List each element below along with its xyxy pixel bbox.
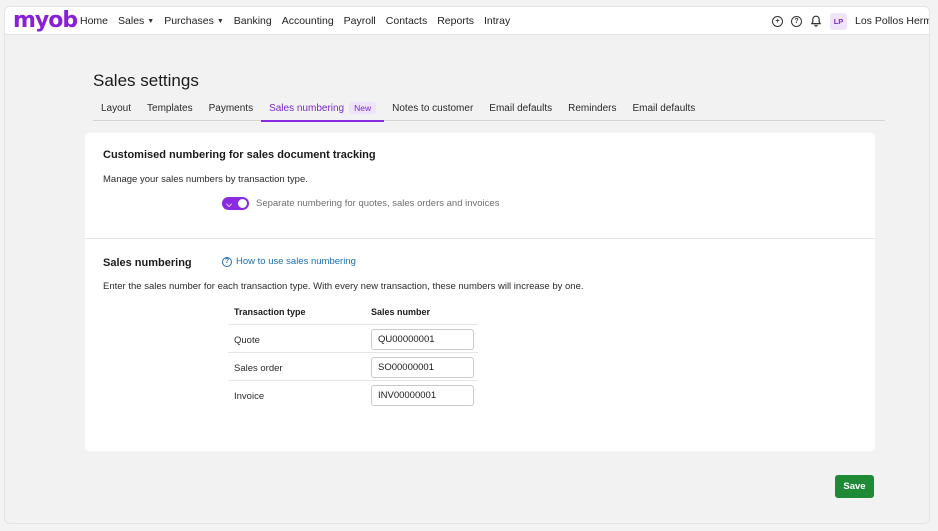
new-badge: New — [349, 102, 377, 114]
section-divider — [85, 238, 875, 239]
tab-email-defaults-2[interactable]: Email defaults — [624, 101, 703, 121]
question-circle-icon: ? — [222, 256, 232, 267]
chevron-down-icon: ▼ — [216, 17, 224, 25]
nav-reports[interactable]: Reports — [432, 15, 479, 27]
nav-label: Home — [80, 15, 109, 27]
nav-label: Contacts — [385, 15, 428, 27]
tab-label: Email defaults — [489, 103, 553, 114]
tracking-description: Manage your sales numbers by transaction… — [103, 174, 308, 185]
nav-label: Payroll — [343, 15, 376, 27]
tab-label: Payments — [208, 103, 254, 114]
row-divider — [228, 380, 478, 381]
numbering-description: Enter the sales number for each transact… — [103, 281, 584, 292]
row-divider — [228, 324, 478, 325]
top-navigation: myob Home Sales ▼ Purchases ▼ Banking Acco… — [5, 7, 929, 35]
quote-number-input[interactable]: QU00000001 — [371, 329, 474, 350]
nav-payroll[interactable]: Payroll — [339, 15, 381, 27]
nav-label: Intray — [483, 15, 511, 27]
nav-sales[interactable]: Sales ▼ — [113, 15, 159, 27]
help-link[interactable]: ? How to use sales numbering — [222, 256, 356, 267]
tracking-heading: Customised numbering for sales document … — [103, 149, 376, 161]
bell-icon[interactable] — [810, 15, 822, 27]
myob-logo[interactable]: myob — [13, 8, 78, 33]
nav-banking[interactable]: Banking — [229, 15, 277, 27]
user-tools: + ? LP Los Pollos Herm — [772, 7, 929, 35]
tab-label: Email defaults — [632, 103, 696, 114]
tab-layout[interactable]: Layout — [93, 101, 139, 121]
save-button[interactable]: Save — [835, 475, 874, 498]
nav-label: Banking — [233, 15, 272, 27]
numbering-heading: Sales numbering — [103, 257, 192, 269]
nav-home[interactable]: Home — [75, 15, 113, 27]
nav-label: Purchases — [164, 15, 214, 27]
invoice-number-input[interactable]: INV00000001 — [371, 385, 474, 406]
column-header-type: Transaction type — [234, 307, 306, 317]
row-divider — [228, 352, 478, 353]
chevron-down-icon: ▼ — [147, 17, 155, 25]
row-label-invoice: Invoice — [234, 391, 265, 402]
tab-notes-to-customer[interactable]: Notes to customer — [384, 101, 481, 121]
tab-reminders[interactable]: Reminders — [560, 101, 624, 121]
help-icon[interactable]: ? — [791, 15, 802, 27]
help-link-text: How to use sales numbering — [236, 256, 356, 267]
separate-numbering-row: Separate numbering for quotes, sales ord… — [222, 197, 499, 210]
toggle-label: Separate numbering for quotes, sales ord… — [256, 198, 500, 209]
nav-purchases[interactable]: Purchases ▼ — [159, 15, 229, 27]
tab-payments[interactable]: Payments — [201, 101, 261, 121]
separate-numbering-toggle[interactable] — [222, 197, 249, 210]
tab-label: Notes to customer — [392, 103, 474, 114]
row-label-sales-order: Sales order — [234, 363, 283, 374]
app-window: myob Home Sales ▼ Purchases ▼ Banking Acco… — [4, 6, 930, 524]
nav-contacts[interactable]: Contacts — [381, 15, 432, 27]
settings-tabs: Layout Templates Payments Sales numberin… — [93, 101, 885, 122]
tab-label: Layout — [101, 103, 132, 114]
business-switcher[interactable]: Los Pollos Herm — [855, 15, 929, 27]
page-title: Sales settings — [93, 71, 199, 90]
add-icon[interactable]: + — [772, 15, 783, 27]
tab-label: Sales numbering — [269, 103, 345, 114]
column-header-number: Sales number — [371, 307, 431, 317]
tab-label: Templates — [147, 103, 193, 114]
tab-sales-numbering[interactable]: Sales numbering New — [261, 101, 385, 122]
tab-label: Reminders — [568, 103, 617, 114]
sales-order-number-input[interactable]: SO00000001 — [371, 357, 474, 378]
nav-label: Reports — [437, 15, 474, 27]
nav-intray[interactable]: Intray — [479, 15, 515, 27]
nav-label: Accounting — [281, 15, 334, 27]
row-label-quote: Quote — [234, 335, 260, 346]
avatar[interactable]: LP — [830, 12, 847, 30]
tab-email-defaults[interactable]: Email defaults — [481, 101, 560, 121]
main-menu: Home Sales ▼ Purchases ▼ Banking Accountin… — [75, 7, 515, 35]
nav-label: Sales — [118, 15, 145, 27]
nav-accounting[interactable]: Accounting — [277, 15, 339, 27]
tab-templates[interactable]: Templates — [139, 101, 201, 121]
settings-card: Customised numbering for sales document … — [85, 133, 875, 451]
